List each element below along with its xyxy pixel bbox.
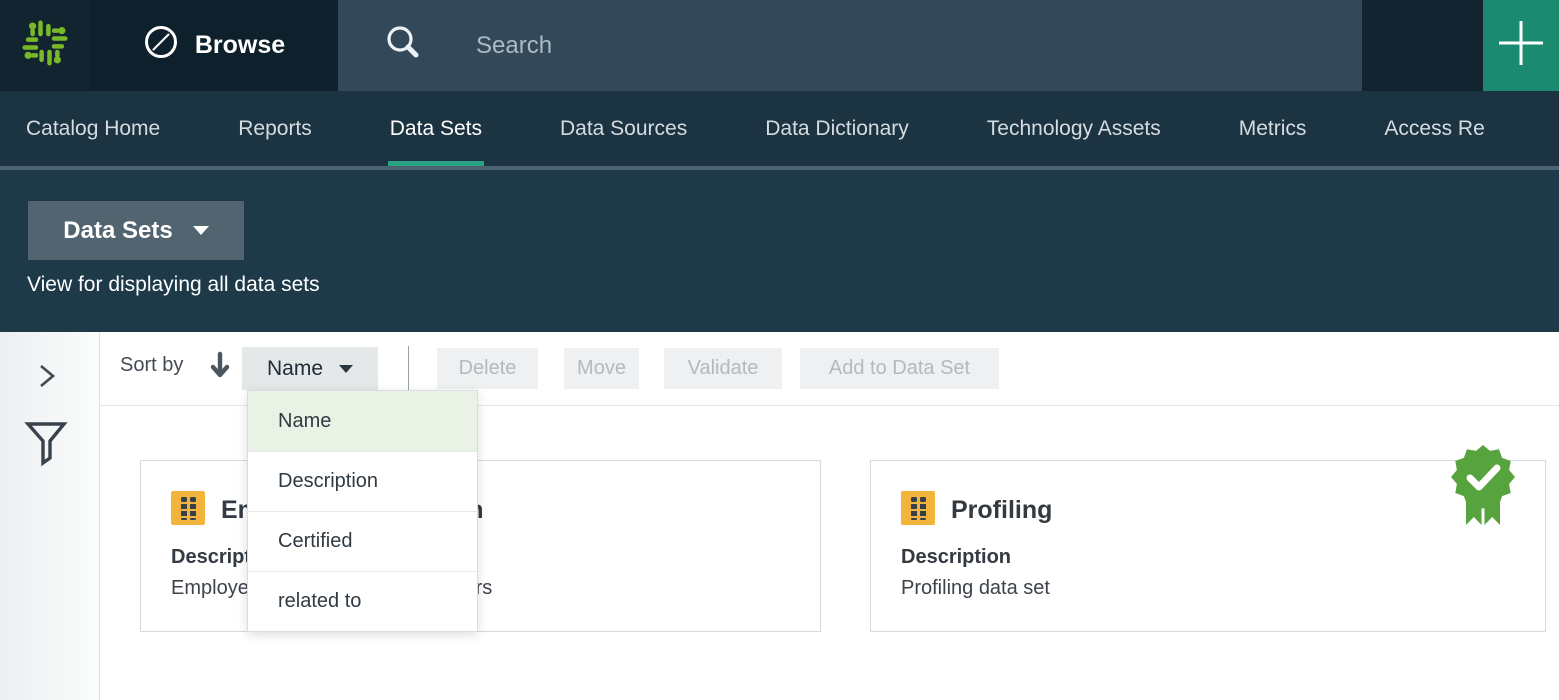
menu-item-related-to[interactable]: related to [248,571,477,631]
browse-label: Browse [195,31,285,60]
search-bar[interactable] [338,0,1362,91]
filter-icon[interactable] [24,420,68,473]
page-title: Data Sets [63,217,172,245]
catalog-nav: Catalog Home Reports Data Sets Data Sour… [0,91,1559,170]
browse-button[interactable]: Browse [90,0,338,91]
top-bar: Browse [0,0,1559,91]
menu-item-certified[interactable]: Certified [248,511,477,571]
tab-label: Data Sources [560,117,687,141]
tab-data-sets[interactable]: Data Sets [390,91,482,166]
plus-icon [1496,18,1546,73]
move-button[interactable]: Move [564,348,639,389]
sort-by-label: Sort by [120,354,183,377]
sort-direction-icon[interactable] [209,350,231,385]
sort-field-menu: Name Description Certified related to [247,390,478,632]
data-set-card-employee-information[interactable]: Employee Information Description Employe… [140,460,821,632]
tab-label: Reports [238,117,312,141]
sort-field-dropdown[interactable]: Name [242,347,378,390]
add-new-button[interactable] [1483,0,1559,91]
description-label: Description [901,546,1011,569]
tab-access-requests[interactable]: Access Re [1384,91,1484,166]
tab-data-sources[interactable]: Data Sources [560,91,687,166]
add-to-data-set-button[interactable]: Add to Data Set [800,348,999,389]
logo-icon [18,16,72,75]
card-title: Profiling [951,496,1052,525]
compass-icon [143,24,179,67]
toolbar-divider [408,346,409,390]
topbar-spacer [1362,0,1483,91]
tab-label: Technology Assets [987,117,1161,141]
active-tab-underline [388,161,484,166]
certified-badge-icon [1449,443,1517,544]
tab-label: Metrics [1239,117,1307,141]
tab-label: Catalog Home [26,117,160,141]
expand-sidebar-button[interactable] [36,362,58,395]
data-sets-view-dropdown[interactable]: Data Sets [28,201,244,260]
tab-label: Access Re [1384,117,1484,141]
tab-technology-assets[interactable]: Technology Assets [987,91,1161,166]
delete-button[interactable]: Delete [437,348,538,389]
validate-button[interactable]: Validate [664,348,782,389]
page-subtitle: View for displaying all data sets [27,273,320,297]
data-set-card-profiling[interactable]: Profiling Description Profiling data set [870,460,1546,632]
caret-down-icon [339,365,353,373]
search-icon [382,22,424,69]
tab-label: Data Sets [390,117,482,141]
menu-item-name[interactable]: Name [248,391,477,451]
content-area: Sort by Name Delete Move Validate Add to… [0,332,1559,700]
description-value: Profiling data set [901,577,1050,600]
tab-reports[interactable]: Reports [238,91,312,166]
filter-sidebar [0,332,100,700]
menu-item-description[interactable]: Description [248,451,477,511]
tab-data-dictionary[interactable]: Data Dictionary [765,91,909,166]
search-input[interactable] [476,32,1276,60]
tab-label: Data Dictionary [765,117,909,141]
page-header: Data Sets View for displaying all data s… [0,170,1559,332]
tab-catalog-home[interactable]: Catalog Home [26,91,160,166]
app-logo[interactable] [0,0,90,91]
data-set-icon [171,491,205,530]
tab-metrics[interactable]: Metrics [1239,91,1307,166]
caret-down-icon [193,226,209,235]
sort-field-value: Name [267,357,323,381]
data-set-icon [901,491,935,530]
